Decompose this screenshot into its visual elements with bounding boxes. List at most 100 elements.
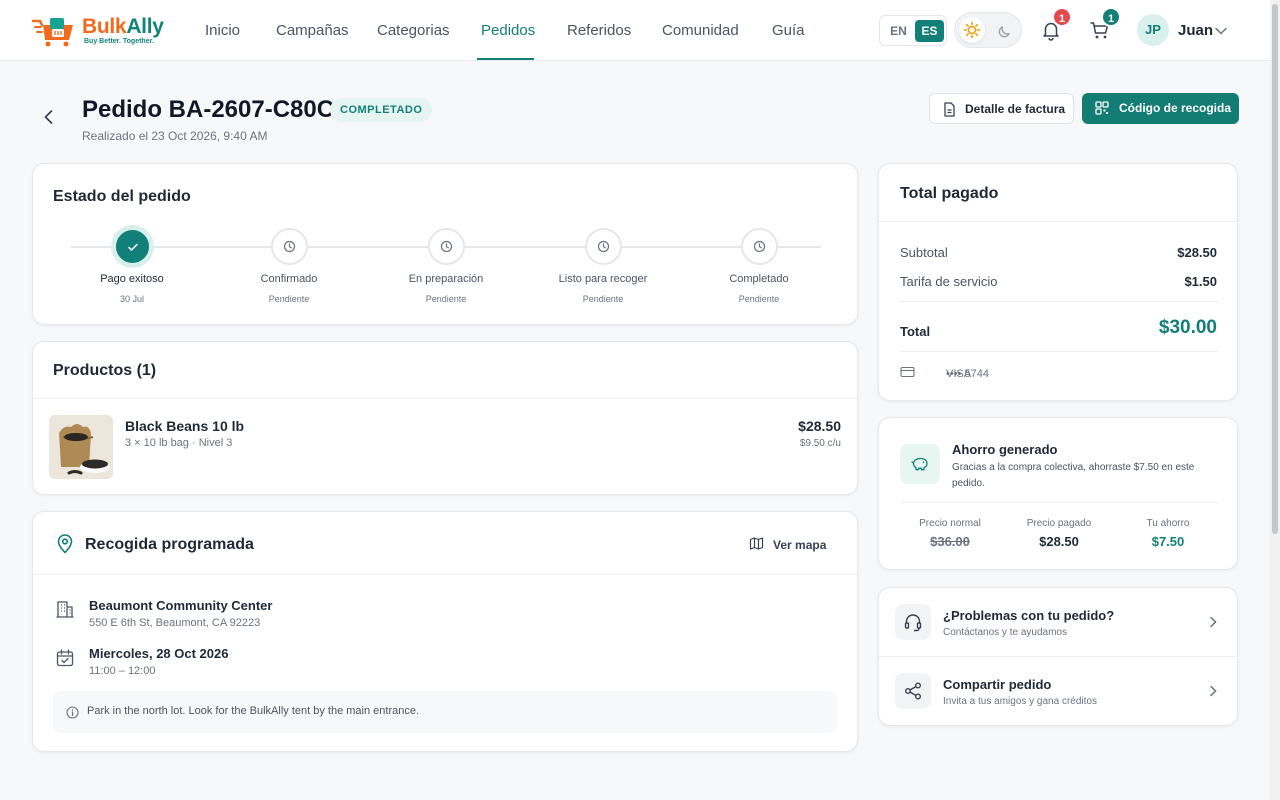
order-problems-subtitle: Contáctanos y te ayudamos <box>943 627 1067 638</box>
piggy-bank-icon <box>911 457 928 471</box>
step-date: Pendiente <box>582 294 624 304</box>
step-label: Completado <box>729 273 789 285</box>
theme-toggle <box>954 12 1022 48</box>
order-placed-date: Realizado el 23 Oct 2026, 9:40 AM <box>82 129 268 143</box>
language-en-button[interactable]: EN <box>884 20 913 42</box>
divider <box>900 351 1218 352</box>
map-pin-icon <box>57 534 73 554</box>
moon-icon <box>998 26 1010 38</box>
total-paid-title: Total pagado <box>900 185 999 202</box>
nav-link-categorias[interactable]: Categorias <box>377 22 450 39</box>
savings-card: Ahorro generado Gracias a la compra cole… <box>878 417 1238 570</box>
share-icon <box>905 682 921 700</box>
normal-price-label: Precio normal <box>919 518 981 529</box>
step-complete-marker <box>113 228 151 265</box>
step-pending-marker <box>740 228 778 265</box>
step-date: Pendiente <box>738 294 780 304</box>
savings-value: $7.50 <box>1151 534 1185 549</box>
share-icon-box <box>895 673 931 709</box>
scrollbar-thumb[interactable] <box>1272 4 1278 534</box>
status-step: Completado Pendiente <box>694 228 824 304</box>
help-card: ¿Problemas con tu pedido? Contáctanos y … <box>878 587 1238 726</box>
order-status-card: Estado del pedido Pago exitoso 30 Jul Co… <box>32 163 858 325</box>
total-label: Total <box>900 324 931 339</box>
page-title: Pedido BA-2607-C80C <box>82 96 335 123</box>
step-date: Pendiente <box>425 294 467 304</box>
qr-code-icon <box>1095 101 1109 115</box>
nav-link-comunidad[interactable]: Comunidad <box>662 22 739 39</box>
pickup-code-button[interactable]: Código de recogida <box>1082 93 1239 124</box>
savings-label: Tu ahorro <box>1146 518 1190 529</box>
nav-link-referidos[interactable]: Referidos <box>567 22 631 39</box>
chevron-down-icon[interactable] <box>1214 24 1228 38</box>
cart-count-badge: 1 <box>1101 7 1121 27</box>
clock-icon <box>283 240 295 253</box>
normal-price-stat: Precio normal $36.00 <box>895 518 1005 549</box>
product-name[interactable]: Black Beans 10 lb <box>125 418 244 434</box>
subtotal-value: $28.50 <box>1177 245 1217 260</box>
divider <box>900 502 1218 503</box>
pickup-location-name: Beaumont Community Center <box>89 598 273 613</box>
paid-price-stat: Precio pagado $28.50 <box>1004 518 1114 549</box>
service-fee-value: $1.50 <box>1184 274 1217 289</box>
status-step: En preparación Pendiente <box>381 228 511 304</box>
step-label: Pago exitoso <box>100 273 164 285</box>
status-step: Confirmado Pendiente <box>224 228 354 304</box>
step-pending-marker <box>427 228 465 265</box>
dark-theme-button[interactable] <box>993 17 1019 43</box>
share-order-row[interactable]: Compartir pedido Invita a tus amigos y g… <box>879 657 1237 725</box>
logo-tagline: Buy Better. Together. <box>84 38 154 45</box>
service-fee-label: Tarifa de servicio <box>900 274 998 289</box>
credit-card-icon <box>900 366 915 378</box>
user-avatar[interactable]: JP <box>1137 14 1169 46</box>
pickup-title: Recogida programada <box>85 536 254 553</box>
status-step: Pago exitoso 30 Jul <box>67 228 197 304</box>
calendar-icon <box>56 649 74 667</box>
paid-price-label: Precio pagado <box>1026 518 1092 529</box>
savings-description: Gracias a la compra colectiva, ahorraste… <box>952 462 1195 489</box>
clock-icon <box>597 240 609 253</box>
pickup-note-text: Park in the north lot. Look for the Bulk… <box>87 705 420 717</box>
paid-price-value: $28.50 <box>1039 534 1079 549</box>
language-es-button[interactable]: ES <box>915 20 944 42</box>
pickup-time: 11:00 – 12:00 <box>89 665 156 677</box>
products-title: Productos (1) <box>53 362 157 379</box>
product-image[interactable] <box>49 415 113 479</box>
chevron-right-icon <box>1210 616 1217 628</box>
pickup-note: Park in the north lot. Look for the Bulk… <box>53 691 837 733</box>
divider <box>33 398 857 399</box>
order-status-badge: COMPLETADO <box>330 98 433 122</box>
nav-link-inicio[interactable]: Inicio <box>205 22 240 39</box>
light-theme-button[interactable] <box>959 17 985 43</box>
user-name[interactable]: Juan <box>1178 22 1213 39</box>
nav-link-pedidos[interactable]: Pedidos <box>481 22 535 39</box>
checkmark-icon <box>127 243 138 251</box>
product-unit-price: $9.50 c/u <box>799 438 841 449</box>
step-pending-marker <box>270 228 308 265</box>
order-problems-row[interactable]: ¿Problemas con tu pedido? Contáctanos y … <box>879 588 1237 656</box>
pickup-date: Miercoles, 28 Oct 2026 <box>89 646 229 661</box>
total-value: $30.00 <box>1158 317 1217 338</box>
info-icon <box>66 706 79 719</box>
nav-link-campanas[interactable]: Campañas <box>276 22 349 39</box>
step-label: Listo para recoger <box>558 273 648 285</box>
logo-wordmark: BulkAlly <box>82 15 164 38</box>
notifications-count-badge: 1 <box>1052 7 1072 27</box>
nav-link-guia[interactable]: Guía <box>772 22 805 39</box>
divider <box>33 574 857 575</box>
sun-icon <box>963 21 981 39</box>
order-problems-title: ¿Problemas con tu pedido? <box>943 608 1115 623</box>
pickup-card: Recogida programada Ver mapa Beaumont Co… <box>32 511 858 752</box>
chevron-right-icon <box>1210 685 1217 697</box>
bulkally-logo[interactable]: BulkAlly Buy Better. Together. <box>31 12 177 48</box>
page-scrollbar[interactable] <box>1270 0 1280 800</box>
share-order-title: Compartir pedido <box>943 677 1052 692</box>
invoice-detail-button[interactable]: Detalle de factura <box>929 93 1074 124</box>
back-arrow-icon[interactable] <box>38 106 60 128</box>
savings-stat: Tu ahorro $7.50 <box>1113 518 1223 549</box>
active-nav-indicator <box>477 58 534 60</box>
pickup-code-label: Código de recogida <box>1119 101 1232 115</box>
view-map-label: Ver mapa <box>773 538 827 552</box>
document-icon <box>944 102 955 117</box>
step-label: Confirmado <box>260 273 318 285</box>
